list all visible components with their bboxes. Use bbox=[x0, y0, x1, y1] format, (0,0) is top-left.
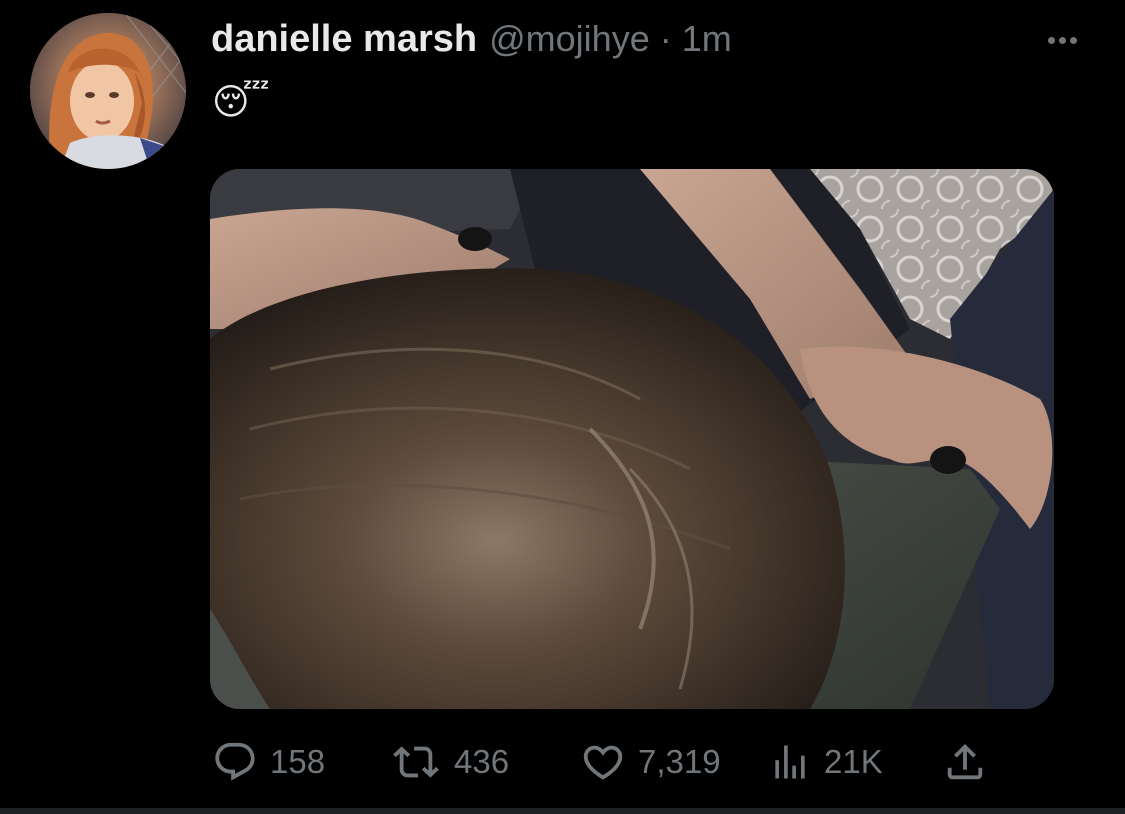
handle[interactable]: @mojihye bbox=[489, 18, 650, 60]
divider bbox=[0, 808, 1125, 814]
profile-photo-icon bbox=[30, 13, 186, 169]
more-dot bbox=[1069, 36, 1077, 44]
photo-image bbox=[210, 169, 1054, 709]
tweet-text: 😴 bbox=[212, 81, 270, 122]
retweet-count: 436 bbox=[454, 743, 510, 780]
like-button[interactable]: 7,319 bbox=[580, 736, 721, 788]
tweet-header: danielle marsh @mojihye · 1m bbox=[211, 18, 732, 66]
reply-icon bbox=[215, 742, 255, 781]
avatar[interactable] bbox=[30, 13, 186, 169]
retweet-icon bbox=[393, 746, 439, 778]
more-dot bbox=[1047, 36, 1055, 44]
retweet-button[interactable]: 436 bbox=[390, 736, 509, 788]
heart-icon bbox=[583, 745, 623, 780]
tweet-photo[interactable] bbox=[210, 169, 1054, 709]
tweet[interactable]: danielle marsh @mojihye · 1m 😴 158 436 7… bbox=[0, 0, 1125, 814]
timestamp[interactable]: 1m bbox=[682, 18, 732, 60]
reply-count: 158 bbox=[270, 743, 326, 780]
more-dot bbox=[1058, 36, 1066, 44]
more-horizontal-icon[interactable] bbox=[1040, 26, 1084, 54]
reply-button[interactable]: 158 bbox=[212, 736, 325, 788]
views-icon bbox=[775, 745, 805, 779]
views-button[interactable]: 21K bbox=[768, 736, 883, 788]
share-icon bbox=[947, 743, 983, 780]
share-button[interactable] bbox=[942, 736, 988, 788]
like-count: 7,319 bbox=[638, 743, 721, 780]
tweet-actions: 158 436 7,319 21K bbox=[212, 736, 1002, 788]
separator-dot: · bbox=[659, 18, 672, 59]
display-name[interactable]: danielle marsh bbox=[211, 18, 477, 61]
views-count: 21K bbox=[824, 743, 883, 780]
